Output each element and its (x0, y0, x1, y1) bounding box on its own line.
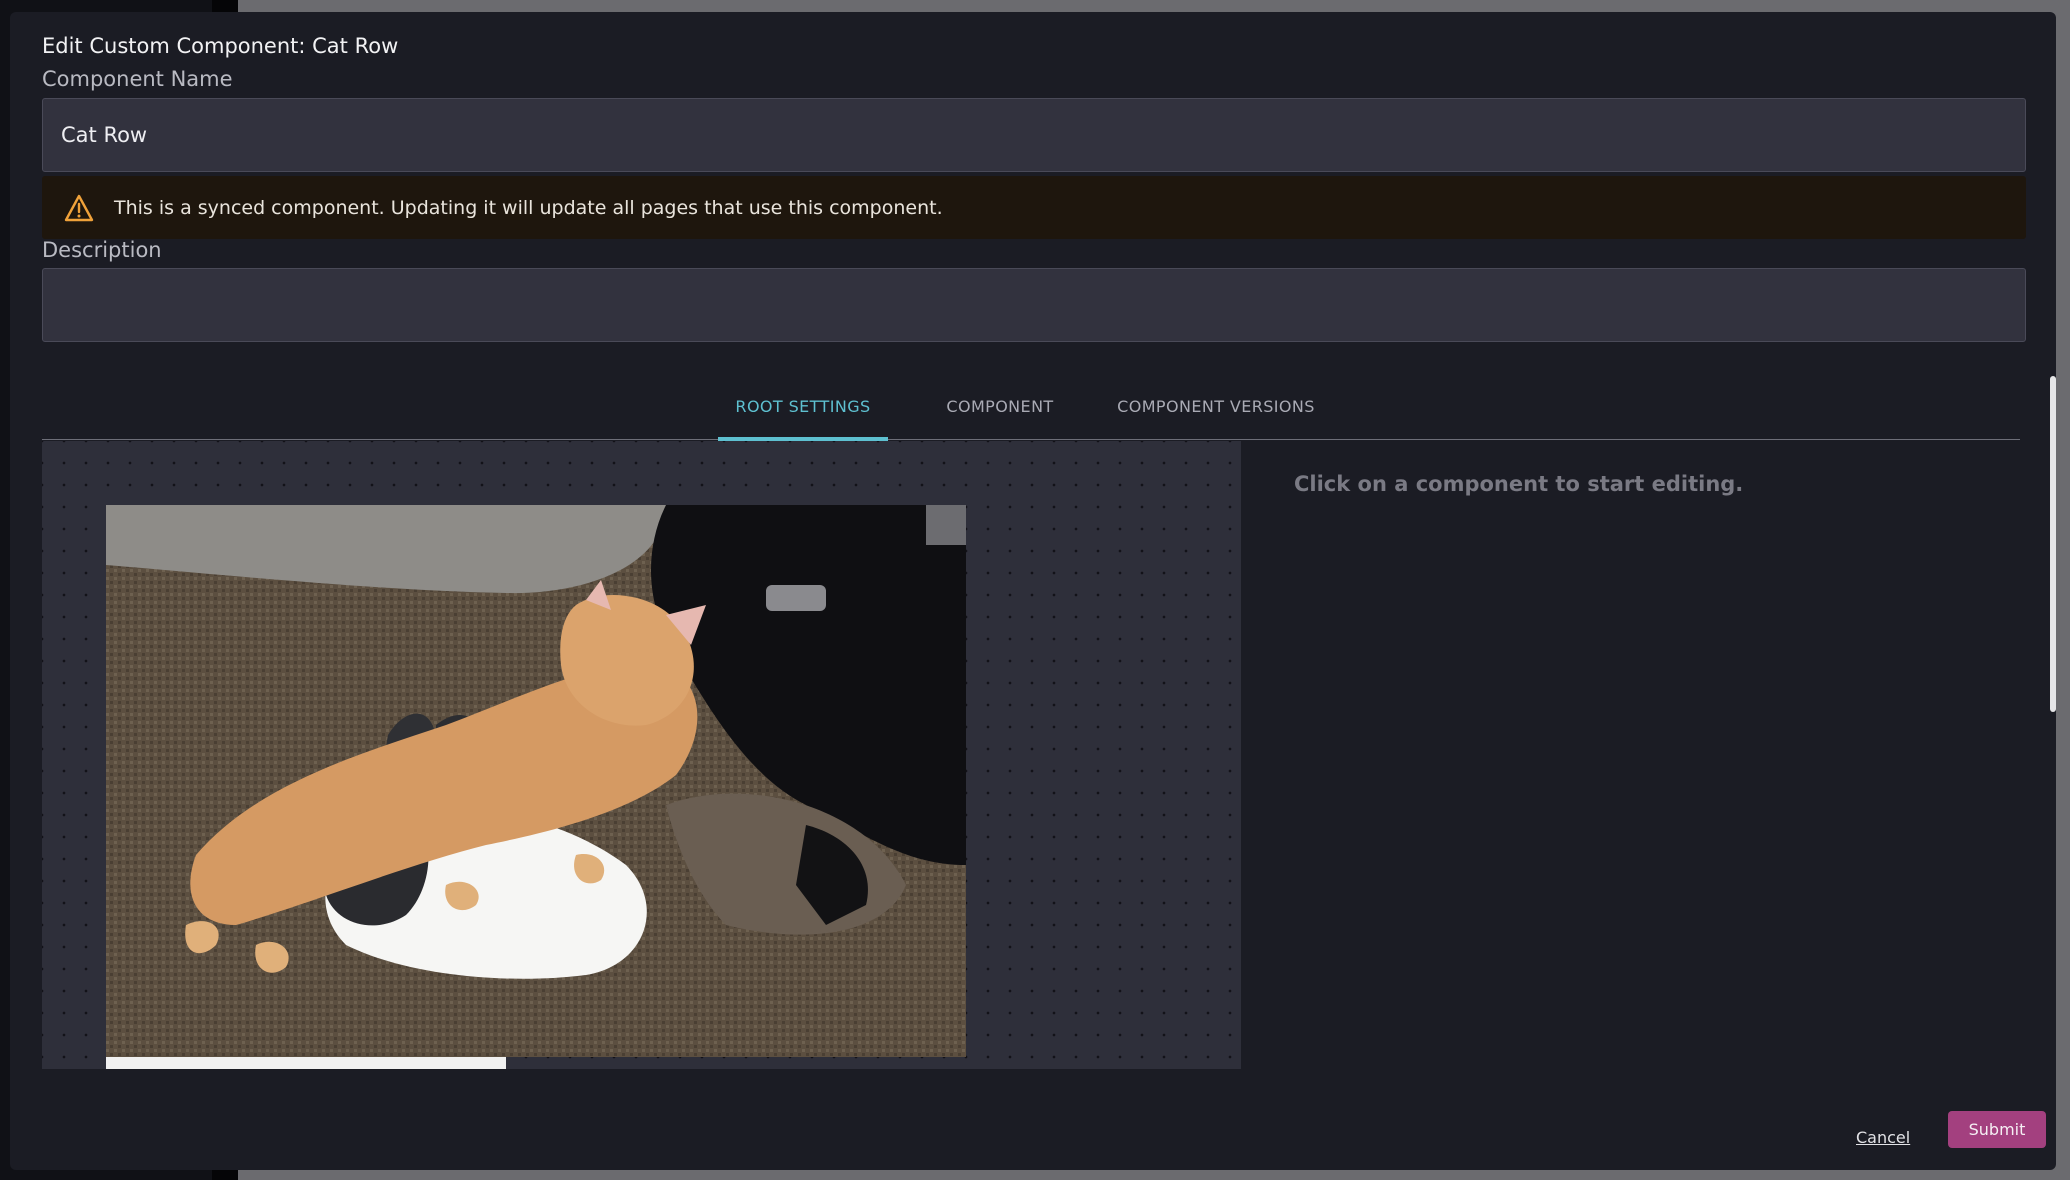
edit-component-modal: Edit Custom Component: Cat Row Component… (10, 12, 2056, 1170)
component-name-input[interactable]: Cat Row (42, 98, 2026, 172)
modal-scrollbar[interactable] (2050, 376, 2056, 712)
tab-component-versions[interactable]: COMPONENT VERSIONS (1112, 382, 1320, 440)
tab-component-properties[interactable]: COMPONENT PROPERTIES (894, 382, 1106, 466)
image-caption-strip (106, 1057, 506, 1069)
component-preview-canvas[interactable] (42, 441, 1241, 1069)
description-input[interactable] (42, 268, 2026, 342)
editor-hint: Click on a component to start editing. (1294, 472, 1744, 496)
modal-title: Edit Custom Component: Cat Row (42, 34, 399, 58)
synced-component-alert: This is a synced component. Updating it … (42, 176, 2026, 239)
tab-bar: ROOT SETTINGS COMPONENT PROPERTIES COMPO… (42, 382, 2020, 466)
description-label: Description (42, 238, 162, 262)
tab-root-settings[interactable]: ROOT SETTINGS (718, 382, 888, 441)
warning-triangle-icon (64, 194, 94, 221)
cancel-button[interactable]: Cancel (1856, 1128, 1910, 1147)
component-name-label: Component Name (42, 67, 233, 91)
cat-bunny-image[interactable] (106, 505, 966, 1057)
submit-button[interactable]: Submit (1948, 1111, 2046, 1148)
alert-text: This is a synced component. Updating it … (114, 196, 943, 219)
